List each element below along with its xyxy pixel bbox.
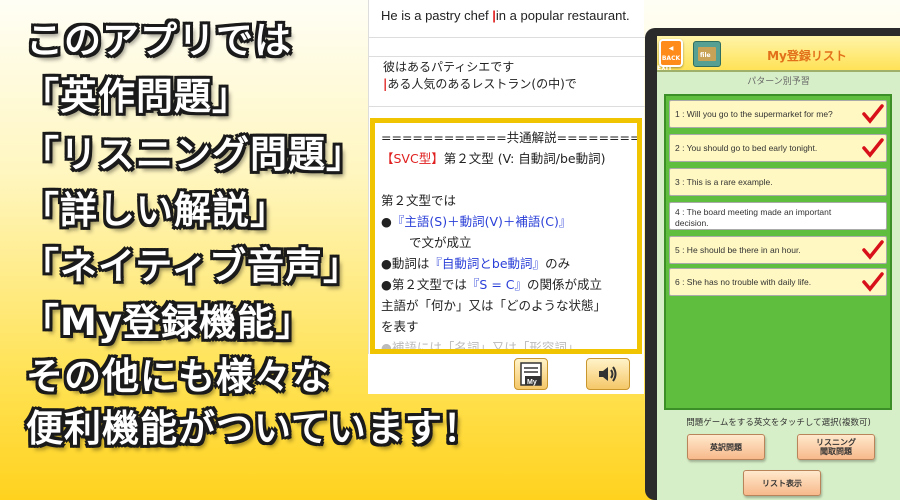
bullet-2-prefix: ●動詞は bbox=[381, 256, 430, 271]
promo-line-5: 「ネイティブ音声」 bbox=[22, 245, 362, 288]
selection-hint: 問題ゲームをする英文をタッチして選択(複数可) bbox=[686, 418, 871, 428]
screen-title: My登録リスト bbox=[767, 49, 847, 63]
back-label: BACK bbox=[661, 55, 681, 62]
divider bbox=[369, 106, 645, 107]
checkmark-icon bbox=[862, 272, 884, 292]
bullet-1-prefix: ● bbox=[381, 214, 392, 229]
promo-line-1: このアプリでは bbox=[26, 19, 292, 62]
back-arrow-icon: ◀ bbox=[668, 45, 674, 52]
checkmark-icon bbox=[862, 240, 884, 260]
promo-line-2: 「英作問題」 bbox=[22, 75, 250, 118]
back-button[interactable]: ◀ BACK bbox=[659, 39, 683, 67]
file-icon: file bbox=[693, 41, 721, 67]
faded-line: ●補語には「名詞」又は「形容詞」 bbox=[381, 340, 580, 354]
my-register-button[interactable]: My bbox=[514, 358, 548, 390]
sentence-list: 1 : Will you go to the supermarket for m… bbox=[664, 94, 892, 410]
japanese-line-2: ある人気のあるレストラン(の中)で bbox=[387, 77, 577, 91]
bullet-2-suffix: のみ bbox=[545, 256, 571, 271]
exit-label: EXIT bbox=[657, 65, 673, 72]
show-line: を表す bbox=[381, 319, 419, 334]
list-item[interactable]: 6 : She has no trouble with daily life. bbox=[669, 268, 887, 296]
english-sentence[interactable]: He is a pastry chef |in a popular restau… bbox=[369, 0, 645, 38]
japanese-line-1: 彼はあるパティシエです bbox=[383, 60, 515, 74]
bullet-3-highlight: 『S = C』 bbox=[466, 277, 528, 292]
svg-text:My: My bbox=[527, 379, 537, 386]
my-list-screen: ◀ BACK EXIT file My登録リスト パターン別予習 1 : Wil… bbox=[657, 36, 900, 500]
speaker-icon bbox=[599, 366, 617, 382]
explanation-panel[interactable]: ============共通解説============ 【SVC型】第２文型 … bbox=[370, 118, 642, 354]
promo-line-8: 便利機能がついています！ bbox=[26, 407, 481, 450]
bullet-1-cont: で文が成立 bbox=[409, 235, 472, 250]
promo-line-3: 「リスニング問題」 bbox=[22, 133, 364, 176]
bullet-3-prefix: ●第２文型では bbox=[381, 277, 467, 292]
japanese-sentence: 彼はあるパティシエです |ある人気のあるレストラン(の中)で bbox=[369, 56, 645, 104]
list-item[interactable]: 2 : You should go to bed early tonight. bbox=[669, 134, 887, 162]
type-desc: 第２文型 (V: 自動詞/be動詞) bbox=[443, 151, 606, 166]
listening-quiz-button[interactable]: リスニング 聞取問題 bbox=[797, 434, 875, 460]
study-toolbar: My bbox=[368, 354, 644, 394]
list-item[interactable]: 5 : He should be there in an hour. bbox=[669, 236, 887, 264]
list-item[interactable]: 1 : Will you go to the supermarket for m… bbox=[669, 100, 887, 128]
english-after: in a popular restaurant. bbox=[495, 8, 630, 23]
screen-header: ◀ BACK EXIT file My登録リスト bbox=[657, 36, 900, 72]
bullet-2-highlight: 『自動詞とbe動詞』 bbox=[429, 256, 546, 271]
list-item[interactable]: 3 : This is a rare example. bbox=[669, 168, 887, 196]
list-view-button[interactable]: リスト表示 bbox=[743, 470, 821, 496]
pattern-title: パターン別予習 bbox=[657, 74, 900, 92]
intro-text: 第２文型では bbox=[381, 193, 457, 208]
promo-line-7: その他にも様々な bbox=[26, 355, 330, 398]
file-icon-text: file bbox=[700, 52, 711, 59]
checkmark-icon bbox=[862, 104, 884, 124]
translate-quiz-button[interactable]: 英訳問題 bbox=[687, 434, 765, 460]
bullet-3-suffix: の関係が成立 bbox=[527, 277, 603, 292]
explanation-header: ============共通解説============ bbox=[381, 130, 641, 145]
play-audio-button[interactable] bbox=[586, 358, 630, 390]
promo-line-4: 「詳しい解説」 bbox=[22, 189, 288, 232]
checkmark-icon bbox=[862, 138, 884, 158]
type-tag: 【SVC型】 bbox=[381, 151, 444, 166]
my-list-icon: My bbox=[520, 362, 542, 386]
promo-line-6: 「My登録機能」 bbox=[22, 301, 313, 344]
bullet-1-formula: 『主語(S)＋動詞(V)＋補語(C)』 bbox=[391, 214, 572, 229]
subject-line: 主語が「何か」又は「どのような状態」 bbox=[381, 298, 607, 313]
english-before: He is a pastry chef bbox=[381, 8, 493, 23]
list-item[interactable]: 4 : The board meeting made an important … bbox=[669, 202, 887, 230]
